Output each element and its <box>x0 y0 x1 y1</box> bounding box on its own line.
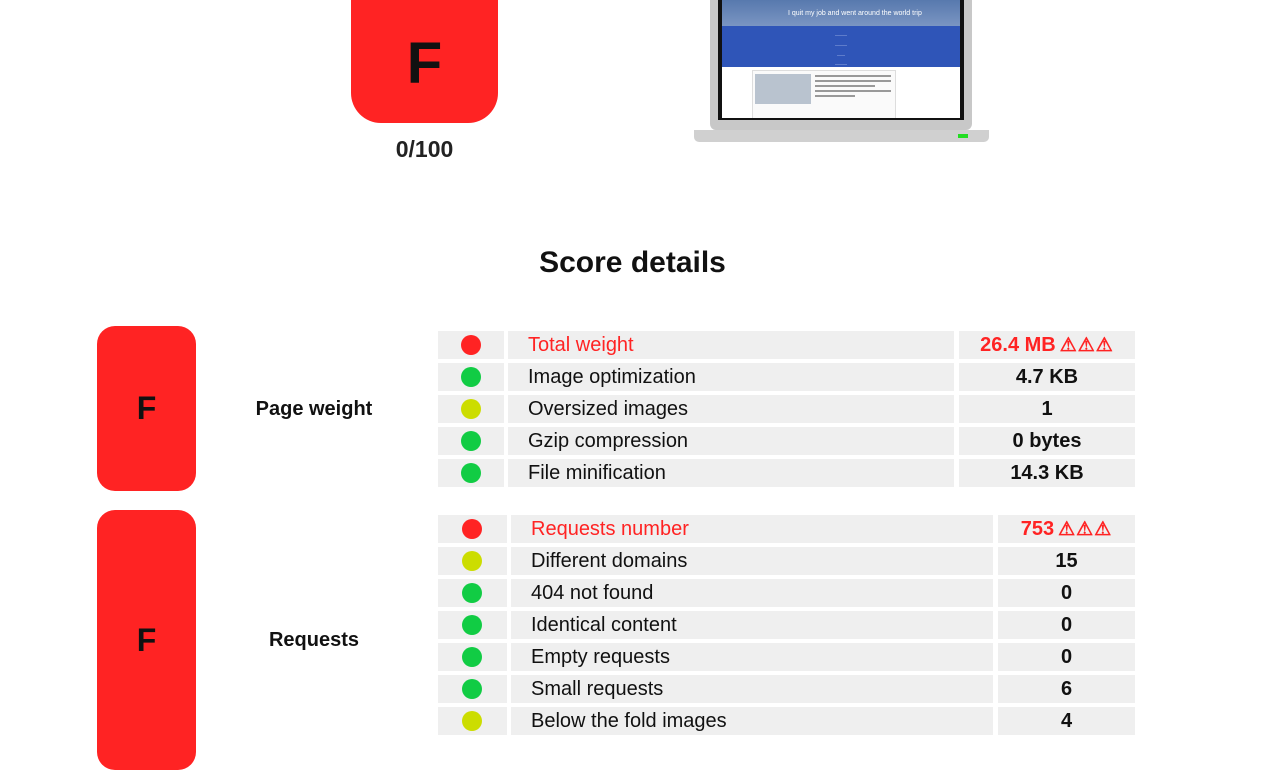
score-details-title: Score details <box>539 246 726 279</box>
metric-value: 15 <box>998 547 1135 575</box>
metric-value-text: 0 <box>1060 582 1073 604</box>
status-cell <box>438 331 504 359</box>
metric-name: File minification <box>508 459 954 487</box>
status-dot-icon <box>462 551 482 571</box>
metric-value: 6 <box>998 675 1135 703</box>
metric-value-text: 15 <box>1055 550 1078 572</box>
metric-value-text: 4 <box>1060 710 1073 732</box>
metric-name: Total weight <box>508 331 954 359</box>
status-dot-icon <box>462 615 482 635</box>
metric-name: Identical content <box>511 611 993 639</box>
status-dot-icon <box>461 431 481 451</box>
site-subtitle: I quit my job and went around the world … <box>788 10 922 17</box>
status-cell <box>438 707 507 735</box>
status-dot-icon <box>462 679 482 699</box>
metric-value-text: 0 <box>1060 614 1073 636</box>
status-dot-icon <box>462 583 482 603</box>
metric-value: 14.3 KB <box>959 459 1135 487</box>
metric-name: Below the fold images <box>511 707 993 735</box>
metric-value: 0 <box>998 643 1135 671</box>
status-cell <box>438 643 507 671</box>
metric-name: Image optimization <box>508 363 954 391</box>
site-nav-line: ——— <box>835 42 847 47</box>
status-dot-icon <box>461 335 481 355</box>
status-cell <box>438 579 507 607</box>
metric-name: Gzip compression <box>508 427 954 455</box>
metric-value-text: 0 bytes <box>1012 430 1082 452</box>
category-grade-badge: F <box>97 510 196 770</box>
metric-value: 0 bytes <box>959 427 1135 455</box>
status-dot-icon <box>461 463 481 483</box>
metric-value: 0 <box>998 579 1135 607</box>
category-label: Page weight <box>255 398 373 420</box>
site-nav: ——— ——— —— ——— <box>722 26 960 67</box>
metric-value: 753 ⚠⚠⚠ <box>998 515 1135 543</box>
metric-value-text: 6 <box>1060 678 1073 700</box>
metric-value-text: 14.3 KB <box>1010 462 1084 484</box>
global-score: 0/100 <box>395 136 454 162</box>
metric-name: 404 not found <box>511 579 993 607</box>
metric-value: 4 <box>998 707 1135 735</box>
site-screenshot: I quit my job and went around the world … <box>722 0 960 118</box>
metric-value-text: 4.7 KB <box>1015 366 1079 388</box>
laptop-preview: I quit my job and went around the world … <box>710 0 972 130</box>
category-label: Requests <box>268 629 360 651</box>
status-cell <box>438 547 507 575</box>
metric-name: Small requests <box>511 675 993 703</box>
status-dot-icon <box>461 367 481 387</box>
laptop-led <box>958 134 968 138</box>
metric-value-text: 753 <box>1020 518 1055 540</box>
warning-icon: ⚠⚠⚠ <box>1059 335 1114 356</box>
site-post-card <box>752 70 896 118</box>
metric-value: 0 <box>998 611 1135 639</box>
site-nav-line: ——— <box>835 61 847 66</box>
status-dot-icon <box>462 711 482 731</box>
site-nav-line: —— <box>837 52 845 57</box>
status-dot-icon <box>462 519 482 539</box>
metric-value: 4.7 KB <box>959 363 1135 391</box>
category-grade-badge: F <box>97 326 196 491</box>
status-cell <box>438 675 507 703</box>
metric-name: Empty requests <box>511 643 993 671</box>
metric-name: Oversized images <box>508 395 954 423</box>
status-cell <box>438 363 504 391</box>
global-grade-badge: F <box>351 0 498 123</box>
metric-value-text: 26.4 MB <box>980 334 1056 356</box>
metric-name: Different domains <box>511 547 993 575</box>
status-dot-icon <box>462 647 482 667</box>
site-nav-line: ——— <box>835 32 847 37</box>
status-dot-icon <box>461 399 481 419</box>
laptop-base <box>694 130 989 142</box>
metric-value: 1 <box>959 395 1135 423</box>
status-cell <box>438 611 507 639</box>
status-cell <box>438 395 504 423</box>
site-post-thumbnail <box>755 74 811 104</box>
metric-value-text: 0 <box>1060 646 1073 668</box>
status-cell <box>438 427 504 455</box>
metric-name: Requests number <box>511 515 993 543</box>
warning-icon: ⚠⚠⚠ <box>1058 519 1113 540</box>
site-header: I quit my job and went around the world … <box>722 0 960 26</box>
metric-value-text: 1 <box>1041 398 1053 420</box>
site-post-text <box>815 75 891 100</box>
status-cell <box>438 459 504 487</box>
status-cell <box>438 515 507 543</box>
laptop-screen: I quit my job and went around the world … <box>718 0 964 120</box>
metric-value: 26.4 MB ⚠⚠⚠ <box>959 331 1135 359</box>
